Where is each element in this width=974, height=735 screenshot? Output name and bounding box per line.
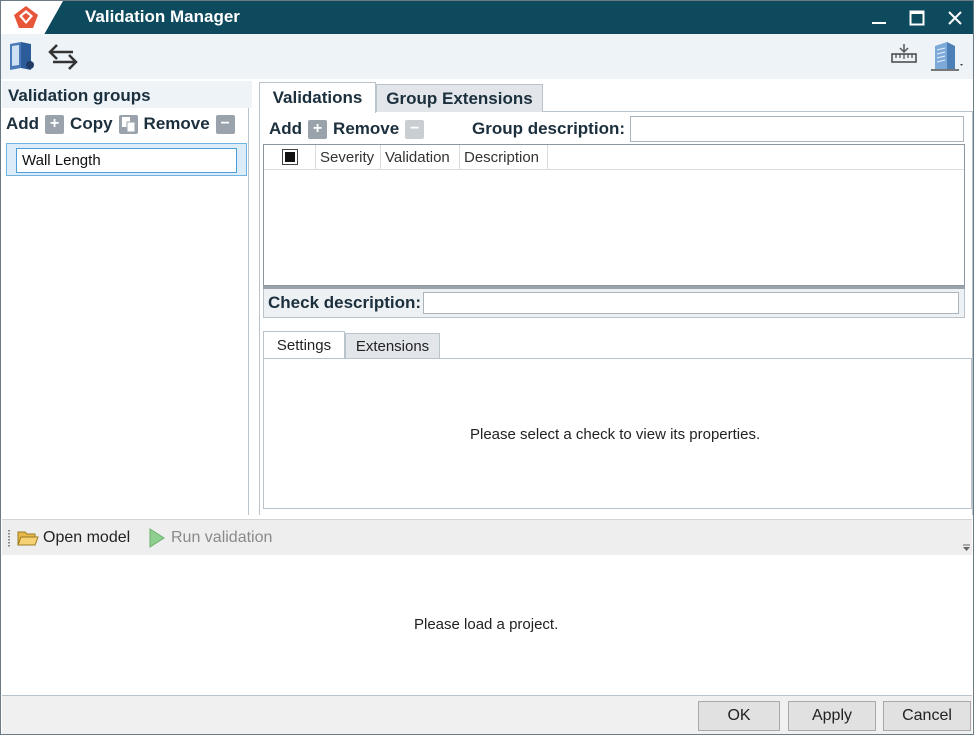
dialog-footer: OK Apply Cancel — [2, 695, 972, 734]
window-title: Validation Manager — [85, 7, 240, 26]
validations-grid: Severity Validation Description — [263, 144, 965, 286]
copy-group-label[interactable]: Copy — [70, 114, 113, 134]
apply-button[interactable]: Apply — [788, 701, 876, 731]
select-all-column — [264, 144, 316, 170]
remove-group-label[interactable]: Remove — [144, 114, 210, 134]
cancel-button[interactable]: Cancel — [883, 701, 971, 731]
maximize-icon — [909, 10, 925, 25]
book-icon — [10, 42, 34, 70]
plus-icon: + — [312, 120, 323, 137]
add-validation-button[interactable]: + — [308, 119, 328, 139]
main-toolbar — [1, 34, 973, 79]
minimize-icon — [872, 21, 886, 24]
tab-validations[interactable]: Validations — [259, 82, 376, 113]
play-icon — [149, 528, 165, 548]
tab-settings[interactable]: Settings — [263, 331, 345, 359]
list-item[interactable]: Wall Length — [6, 143, 247, 176]
copy-icon — [121, 116, 135, 132]
group-actions: Add + Copy Remove − — [6, 114, 241, 134]
open-model-button[interactable]: Open model — [17, 528, 130, 548]
minimize-button[interactable] — [861, 1, 897, 34]
validation-manager-window: Validation Manager Validation groups Add… — [0, 0, 974, 735]
column-header-severity[interactable]: Severity — [316, 144, 381, 170]
model-toolbar: Open model Run validation — [2, 519, 972, 555]
tab-group-extensions[interactable]: Group Extensions — [376, 84, 543, 112]
maximize-button[interactable] — [899, 1, 935, 34]
overflow-chevron-icon[interactable] — [962, 544, 971, 552]
title-bar: Validation Manager — [1, 1, 973, 34]
building-icon — [931, 42, 963, 71]
swap-arrows-icon — [48, 44, 78, 70]
column-header-description[interactable]: Description — [460, 144, 548, 170]
app-logo-icon — [14, 6, 38, 28]
run-validation-button[interactable]: Run validation — [149, 528, 272, 548]
select-check-message: Please select a check to view its proper… — [470, 426, 761, 443]
remove-validation-label[interactable]: Remove — [333, 119, 399, 139]
toolbar-grip[interactable] — [8, 530, 10, 548]
grid-header: Severity Validation Description — [264, 144, 964, 170]
copy-group-button[interactable] — [118, 114, 138, 134]
add-group-button[interactable]: + — [45, 114, 65, 134]
column-header-validation[interactable]: Validation — [381, 144, 460, 170]
swap-button[interactable] — [47, 42, 79, 72]
add-validation-label[interactable]: Add — [269, 119, 302, 139]
select-all-checkbox[interactable] — [281, 149, 298, 165]
group-name-input[interactable]: Wall Length — [16, 148, 237, 173]
checkbox-indeterminate-icon — [284, 152, 295, 162]
book-button[interactable] — [7, 40, 37, 72]
check-properties-panel: Please select a check to view its proper… — [263, 358, 972, 509]
minus-icon: − — [220, 115, 230, 132]
validations-tabbar: Validations Group Extensions — [259, 81, 973, 113]
check-description-label: Check description: — [268, 293, 422, 312]
folder-open-icon — [17, 531, 39, 546]
ruler-settings-icon — [891, 44, 917, 63]
validation-groups-title: Validation groups — [8, 86, 151, 105]
open-model-label: Open model — [43, 529, 131, 546]
plus-icon: + — [49, 115, 60, 132]
ok-button[interactable]: OK — [698, 701, 780, 731]
group-description-field[interactable] — [630, 116, 964, 142]
run-validation-label: Run validation — [171, 529, 273, 546]
validation-actions: Add + Remove − — [269, 119, 430, 139]
check-description-field[interactable] — [423, 292, 959, 314]
building-button[interactable] — [927, 38, 963, 74]
validation-groups-panel: Validation groups Add + Copy Remove − Wa… — [2, 81, 252, 515]
close-icon — [948, 10, 962, 25]
minus-icon: − — [410, 120, 420, 137]
group-description-label: Group description: — [472, 119, 625, 138]
load-project-message: Please load a project. — [414, 616, 559, 633]
ruler-settings-button[interactable] — [889, 43, 919, 67]
remove-validation-button[interactable]: − — [405, 119, 425, 139]
project-area: Please load a project. — [2, 555, 972, 695]
tab-extensions[interactable]: Extensions — [345, 333, 440, 358]
close-button[interactable] — [937, 1, 973, 34]
remove-group-button[interactable]: − — [215, 114, 235, 134]
add-group-label[interactable]: Add — [6, 114, 39, 134]
